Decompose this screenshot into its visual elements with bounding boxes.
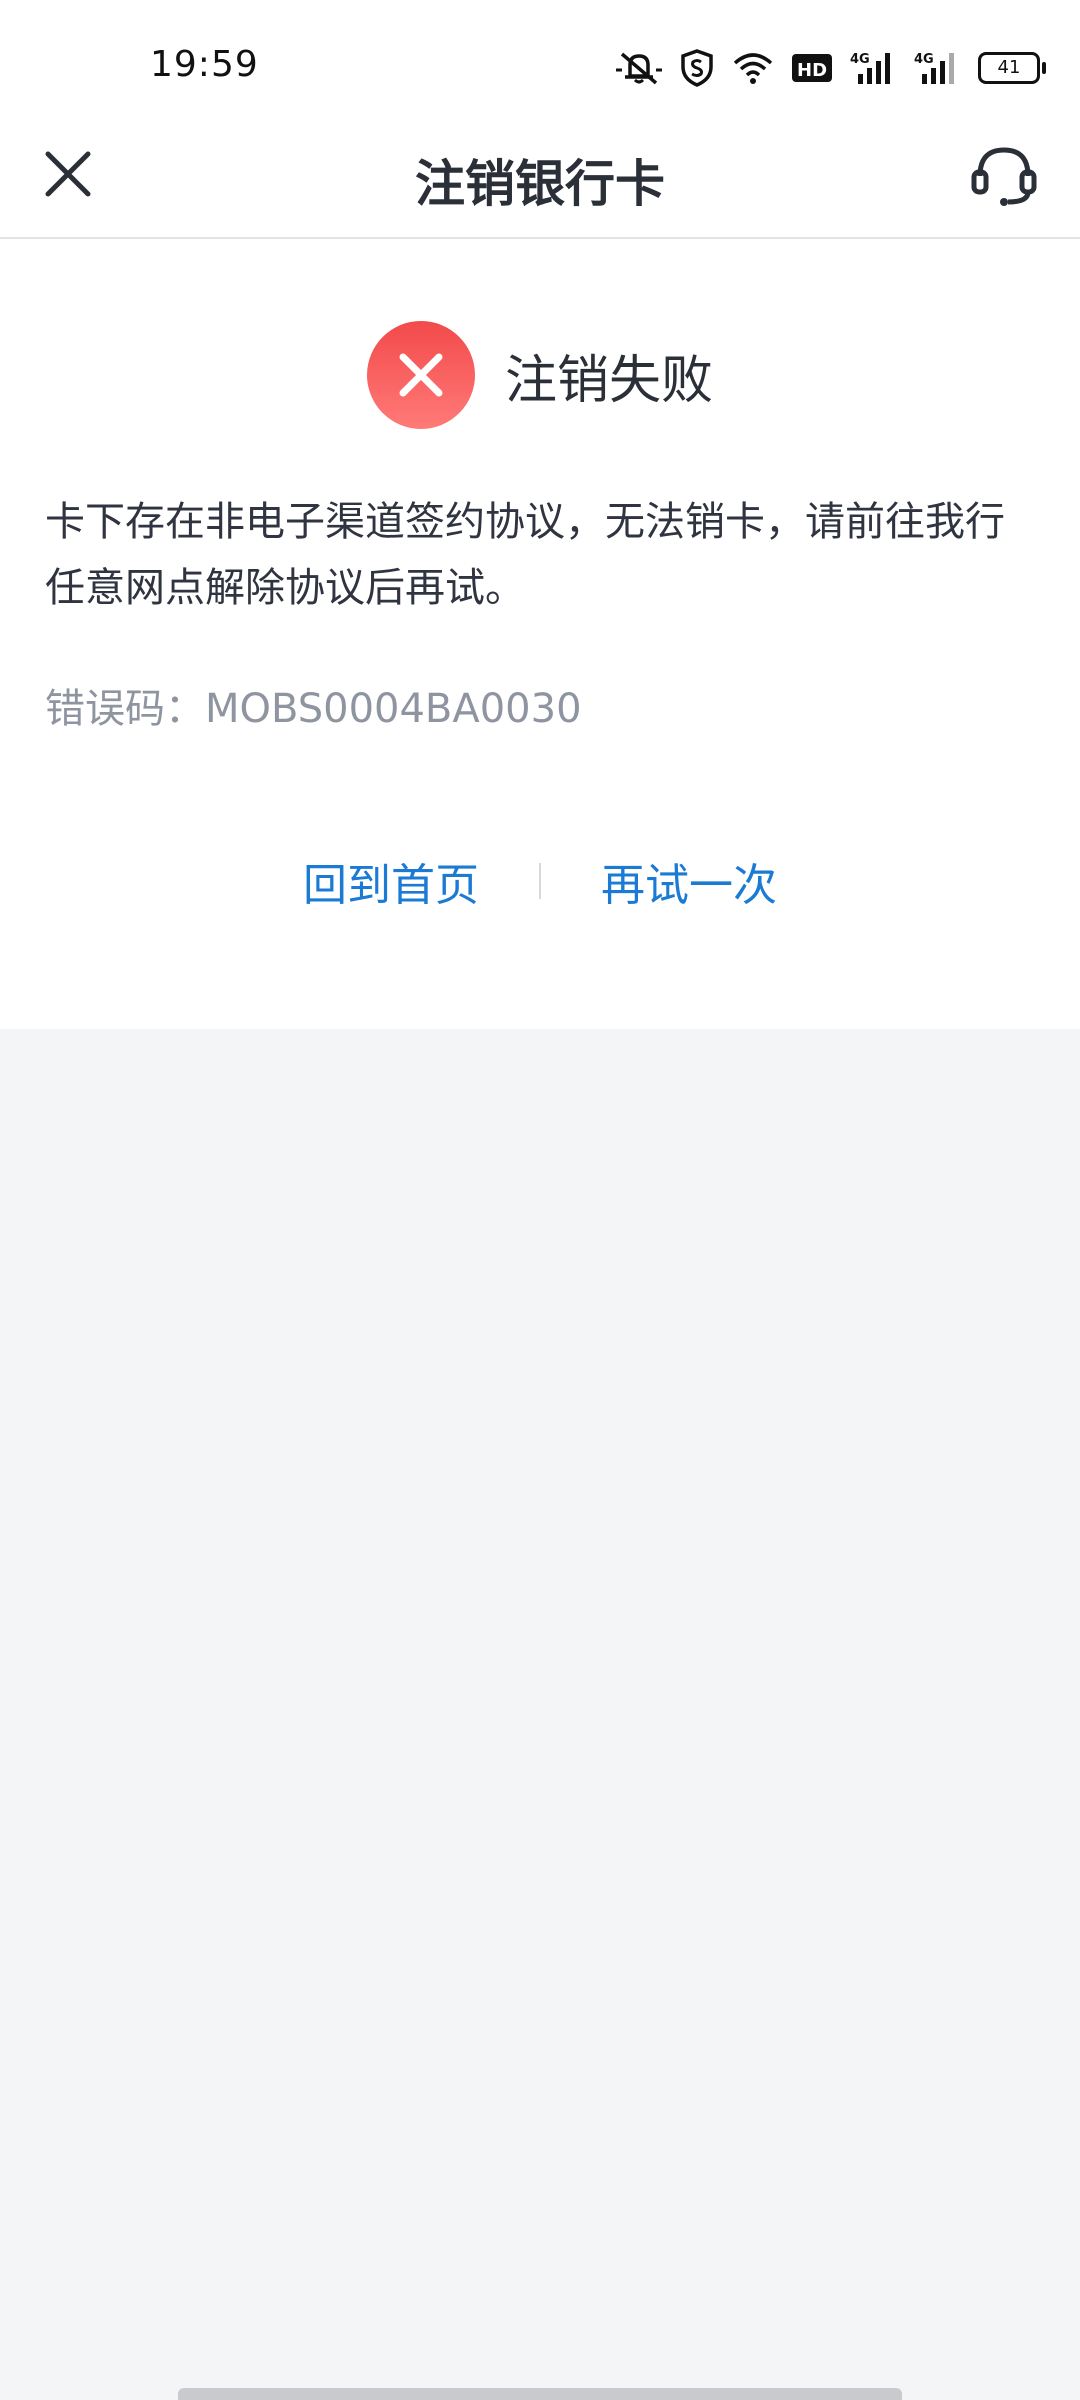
result-card: 注销失败 卡下存在非电子渠道签约协议，无法销卡，请前往我行任意网点解除协议后再试… — [0, 239, 1080, 1029]
back-home-button[interactable]: 回到首页 — [293, 839, 489, 923]
status-icons: HD 4G 4G 41 — [616, 46, 1046, 90]
customer-service-icon[interactable] — [968, 140, 1040, 212]
signal-4g-icon: 4G — [850, 50, 896, 86]
bell-muted-icon — [616, 50, 662, 86]
action-divider — [539, 863, 541, 899]
hd-icon: HD — [792, 52, 832, 84]
battery-icon: 41 — [978, 52, 1046, 84]
result-header: 注销失败 — [0, 321, 1080, 429]
action-row: 回到首页 再试一次 — [0, 839, 1080, 923]
fail-icon — [366, 321, 475, 429]
retry-button[interactable]: 再试一次 — [591, 839, 787, 923]
page-title: 注销银行卡 — [415, 155, 665, 213]
status-time: 19:59 — [150, 44, 259, 85]
status-bar: 19:59 HD 4G 4G 41 — [0, 0, 1080, 130]
shield-icon — [680, 49, 714, 87]
wifi-icon — [732, 51, 774, 85]
result-message: 卡下存在非电子渠道签约协议，无法销卡，请前往我行任意网点解除协议后再试。 — [45, 499, 1005, 611]
result-title: 注销失败 — [504, 350, 713, 411]
svg-text:HD: HD — [797, 60, 827, 81]
home-indicator[interactable] — [178, 2388, 902, 2400]
navigation-bar: 注销银行卡 — [0, 130, 1080, 239]
svg-text:4G: 4G — [914, 52, 934, 67]
svg-text:4G: 4G — [850, 52, 870, 67]
error-code: 错误码：MOBS0004BA0030 — [45, 686, 582, 732]
signal-4g-icon: 4G — [914, 50, 960, 86]
